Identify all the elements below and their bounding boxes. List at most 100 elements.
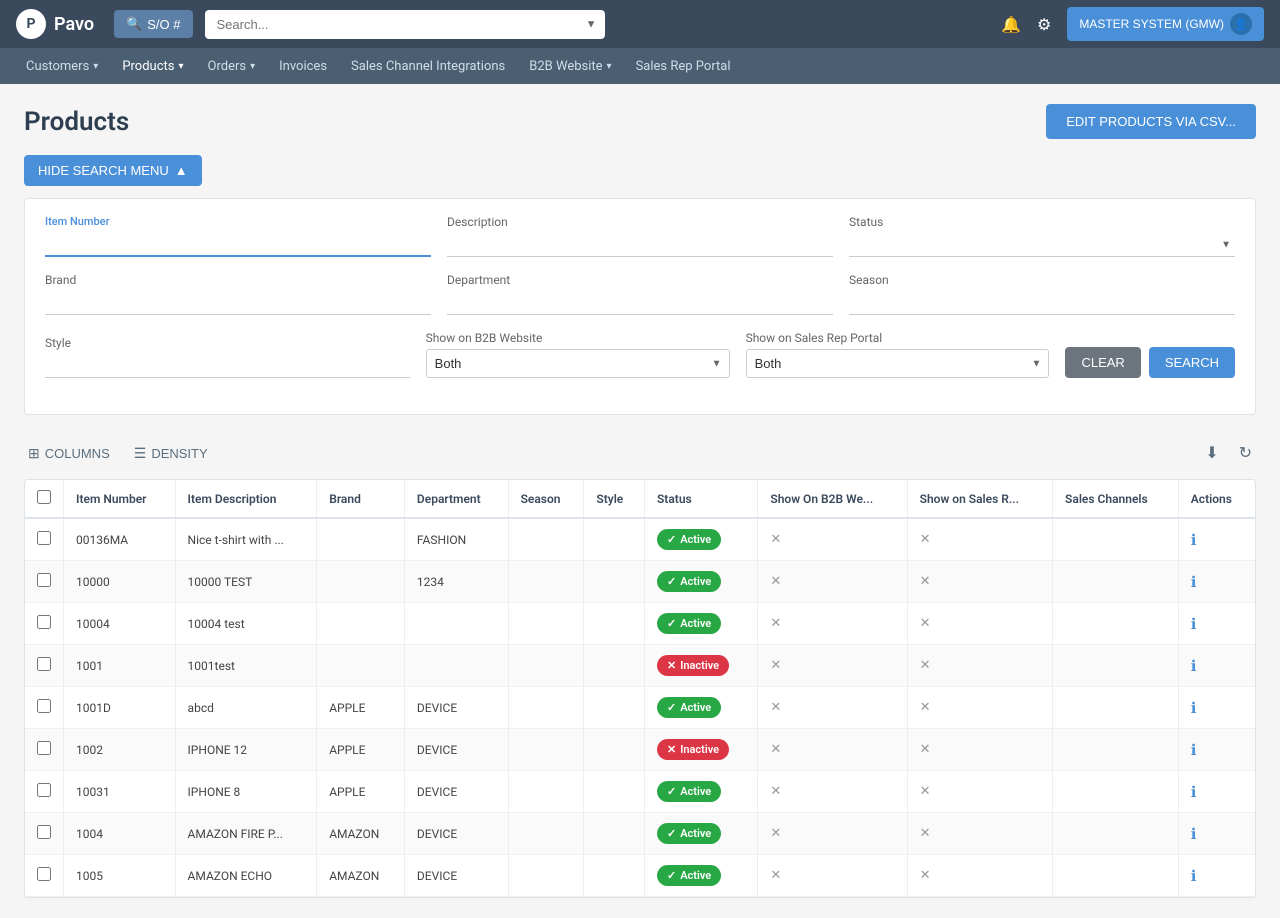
info-icon[interactable]: ℹ [1191,825,1197,843]
edit-csv-button[interactable]: EDIT PRODUCTS VIA CSV... [1046,104,1256,139]
nav-item-products[interactable]: Products ▾ [112,51,193,82]
sales-rep-select[interactable]: Both Yes No [746,349,1050,378]
info-icon[interactable]: ℹ [1191,783,1197,801]
b2b-select-wrapper: Both Yes No ▼ [426,349,730,378]
info-icon[interactable]: ℹ [1191,741,1197,759]
row-checkbox-cell [25,855,64,897]
user-button[interactable]: MASTER SYSTEM (GMW) 👤 [1067,7,1264,41]
row-checkbox[interactable] [37,531,51,545]
style-input[interactable] [45,354,410,378]
row-checkbox-cell [25,771,64,813]
table-row: 10000 10000 TEST 1234 ✓ Active ✕ ✕ ℹ [25,561,1255,603]
select-all-checkbox[interactable] [37,490,51,504]
cell-description: 1001test [175,645,317,687]
cell-sales-rep: ✕ [907,813,1052,855]
status-badge: ✓ Active [657,781,721,802]
global-search-input[interactable] [205,10,605,39]
cell-department: DEVICE [404,687,508,729]
nav-item-customers[interactable]: Customers ▾ [16,51,108,82]
table-body: 00136MA Nice t-shirt with ... FASHION ✓ … [25,518,1255,897]
cell-sales-channels [1053,813,1179,855]
item-number-input[interactable] [45,232,431,257]
info-icon[interactable]: ℹ [1191,573,1197,591]
cell-description: IPHONE 8 [175,771,317,813]
row-checkbox[interactable] [37,867,51,881]
cell-status: ✓ Active [644,813,757,855]
row-checkbox[interactable] [37,615,51,629]
cell-sales-channels [1053,561,1179,603]
cell-style [584,813,645,855]
info-icon[interactable]: ℹ [1191,531,1197,549]
cell-sales-channels [1053,687,1179,729]
nav-item-sales-rep[interactable]: Sales Rep Portal [626,51,741,82]
download-icon: ⬇ [1205,445,1218,462]
status-icon: ✕ [667,743,676,756]
info-icon[interactable]: ℹ [1191,615,1197,633]
b2b-select[interactable]: Both Yes No [426,349,730,378]
logo-icon: P [16,9,46,39]
cell-actions: ℹ [1178,729,1255,771]
info-icon[interactable]: ℹ [1191,867,1197,885]
download-button[interactable]: ⬇ [1201,439,1222,467]
refresh-button[interactable]: ↻ [1235,439,1256,467]
hide-search-menu-button[interactable]: HIDE SEARCH MENU ▲ [24,155,202,186]
cell-department: DEVICE [404,813,508,855]
cell-status: ✓ Active [644,855,757,897]
app-name: Pavo [54,14,94,35]
status-badge: ✓ Active [657,613,721,634]
row-checkbox[interactable] [37,573,51,587]
row-checkbox[interactable] [37,825,51,839]
sales-rep-x-icon: ✕ [920,658,931,673]
nav-item-b2b[interactable]: B2B Website ▾ [519,51,621,82]
season-input[interactable] [849,291,1235,315]
cell-description: AMAZON ECHO [175,855,317,897]
row-checkbox[interactable] [37,783,51,797]
description-input[interactable] [447,233,833,257]
bell-icon[interactable]: 🔔 [1001,15,1021,34]
cell-sales-rep: ✕ [907,771,1052,813]
clear-button[interactable]: CLEAR [1065,347,1140,378]
cell-sales-rep: ✕ [907,603,1052,645]
sales-rep-dropdown: Show on Sales Rep Portal Both Yes No ▼ [746,331,1050,378]
department-label: Department [447,273,833,287]
row-checkbox[interactable] [37,741,51,755]
col-brand: Brand [317,480,405,518]
cell-status: ✕ Inactive [644,645,757,687]
select-all-header [25,480,64,518]
density-icon: ☰ [134,445,147,462]
status-badge: ✕ Inactive [657,739,729,760]
cell-b2b: ✕ [758,729,907,771]
info-icon[interactable]: ℹ [1191,657,1197,675]
gear-icon[interactable]: ⚙ [1037,15,1051,34]
col-sales-rep: Show on Sales R... [907,480,1052,518]
nav-item-orders[interactable]: Orders ▾ [198,51,266,82]
cell-season [508,561,584,603]
info-icon[interactable]: ℹ [1191,699,1197,717]
search-dropdown-arrow: ▼ [586,18,597,31]
table-row: 00136MA Nice t-shirt with ... FASHION ✓ … [25,518,1255,561]
nav-item-invoices[interactable]: Invoices [269,51,337,82]
table-controls-left: ⊞ COLUMNS ☰ DENSITY [24,441,212,466]
cell-actions: ℹ [1178,855,1255,897]
nav-item-sales-channel[interactable]: Sales Channel Integrations [341,51,515,82]
nav-icons: 🔔 ⚙ MASTER SYSTEM (GMW) 👤 [1001,7,1264,41]
row-checkbox[interactable] [37,657,51,671]
cell-sales-rep: ✕ [907,855,1052,897]
cell-sales-rep: ✕ [907,561,1052,603]
cell-b2b: ✕ [758,603,907,645]
products-table: Item Number Item Description Brand Depar… [25,480,1255,897]
so-button[interactable]: 🔍 S/O # [114,10,192,38]
columns-button[interactable]: ⊞ COLUMNS [24,441,114,466]
cell-b2b: ✕ [758,561,907,603]
row-checkbox-cell [25,561,64,603]
row-checkbox[interactable] [37,699,51,713]
status-select[interactable]: Active Inactive [849,233,1235,257]
status-select-wrapper: Active Inactive ▼ [849,233,1235,257]
cell-brand: APPLE [317,771,405,813]
b2b-x-icon: ✕ [770,658,781,673]
search-row-2: Brand Department Season [45,273,1235,315]
search-button[interactable]: SEARCH [1149,347,1235,378]
density-button[interactable]: ☰ DENSITY [130,441,212,466]
brand-input[interactable] [45,291,431,315]
department-input[interactable] [447,291,833,315]
